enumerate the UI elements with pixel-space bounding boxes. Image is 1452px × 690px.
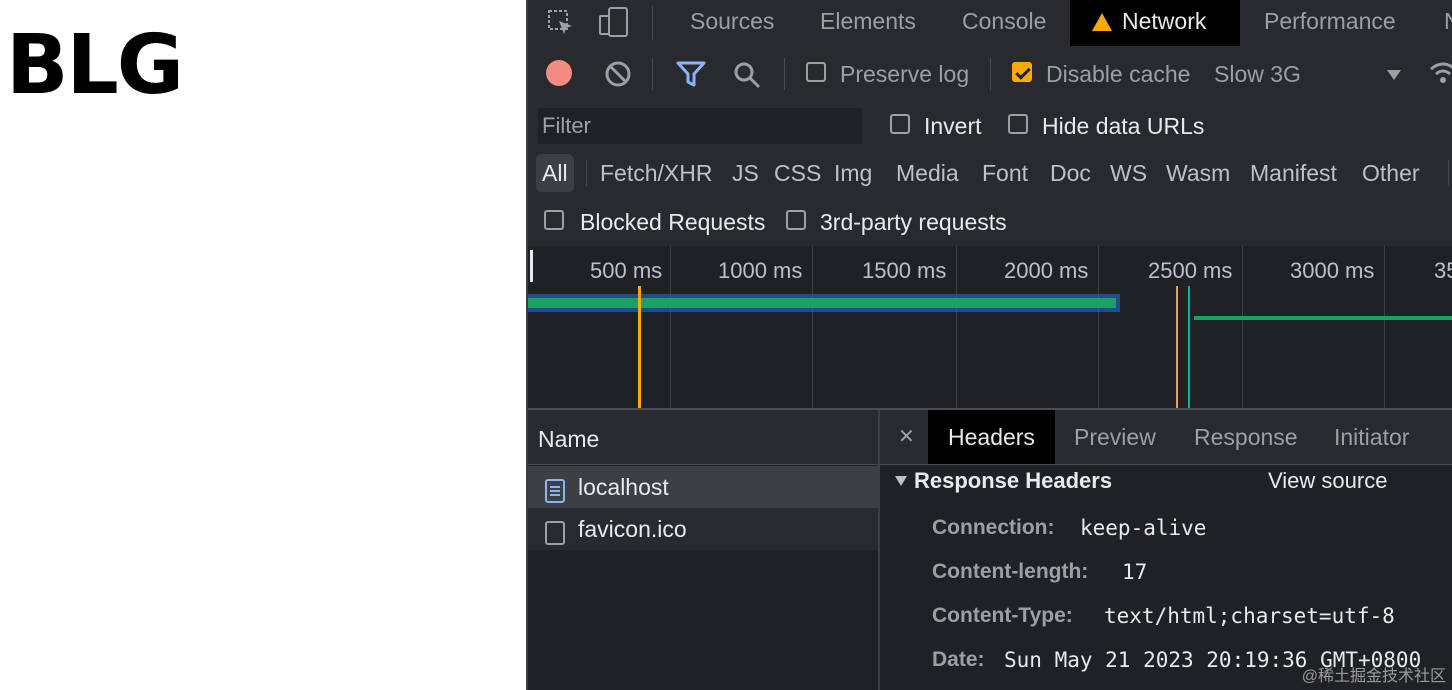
name-column-label: Name	[538, 426, 600, 452]
search-icon[interactable]	[732, 60, 762, 95]
filter-bar: Filter Invert Hide data URLs All Fetch/X…	[528, 102, 1452, 246]
timeline-overview[interactable]: 500 ms 1000 ms 1500 ms 2000 ms 2500 ms 3…	[528, 246, 1452, 408]
throttling-select[interactable]: Slow 3G	[1214, 61, 1301, 88]
type-filter-js[interactable]: JS	[732, 154, 759, 192]
blocked-requests-label: Blocked Requests	[580, 209, 766, 235]
third-party-label: 3rd-party requests	[820, 209, 1007, 235]
request-row-favicon[interactable]: favicon.ico	[528, 508, 878, 550]
timeline-tick: 500 ms	[590, 258, 663, 283]
header-value: keep-alive	[1080, 516, 1207, 540]
tab-response[interactable]: Response	[1194, 410, 1298, 464]
timeline-tick: 1000 ms	[718, 258, 803, 283]
dom-content-loaded-line	[638, 286, 641, 408]
page-heading: BLG	[6, 18, 184, 113]
tab-network-label: Network	[1122, 8, 1207, 34]
type-filter-ws[interactable]: WS	[1110, 154, 1147, 192]
tab-initiator[interactable]: Initiator	[1334, 410, 1409, 464]
blocked-requests-checkbox[interactable]	[544, 210, 564, 230]
header-key: Date:	[932, 648, 985, 671]
request-name: localhost	[578, 474, 669, 500]
timeline-start-marker[interactable]	[530, 250, 533, 282]
type-filter-media[interactable]: Media	[896, 154, 959, 192]
close-icon[interactable]: ✕	[898, 410, 915, 464]
timeline-tick: 1500 ms	[862, 258, 947, 283]
timeline-tick: 3000 ms	[1290, 258, 1375, 283]
collapse-triangle-icon[interactable]	[894, 474, 908, 492]
header-value: text/html;charset=utf-8	[1104, 604, 1395, 628]
watermark: @稀土掘金技术社区	[1301, 668, 1446, 685]
wifi-icon[interactable]	[1428, 58, 1452, 93]
network-toolbar: Preserve log Disable cache Slow 3G	[528, 46, 1452, 102]
tab-performance[interactable]: Performance	[1264, 0, 1396, 46]
type-filter-other[interactable]: Other	[1362, 154, 1420, 192]
type-filter-css[interactable]: CSS	[774, 154, 821, 192]
request-row-localhost[interactable]: localhost	[528, 466, 878, 508]
disable-cache-label: Disable cache	[1046, 61, 1191, 87]
timeline-tick: 35	[1434, 258, 1452, 283]
warning-icon	[1092, 13, 1112, 57]
header-key: Connection:	[932, 516, 1055, 539]
tab-network[interactable]: Network	[1070, 0, 1240, 57]
network-details-area: Name localhost favicon.ico ✕ Headers Pre…	[528, 408, 1452, 690]
preserve-log-label: Preserve log	[840, 61, 970, 87]
request-name: favicon.ico	[578, 516, 687, 542]
tab-preview[interactable]: Preview	[1074, 410, 1156, 464]
record-button[interactable]	[546, 60, 572, 86]
tab-sources[interactable]: Sources	[690, 0, 774, 46]
tab-headers[interactable]: Headers	[928, 410, 1055, 464]
header-key: Content-Type:	[932, 604, 1073, 627]
chevron-down-icon[interactable]	[1386, 68, 1402, 86]
first-paint-line	[1188, 286, 1190, 408]
hide-data-urls-label: Hide data URLs	[1042, 113, 1205, 139]
clear-icon[interactable]	[604, 60, 632, 93]
preserve-log-checkbox[interactable]	[806, 62, 826, 82]
filter-icon[interactable]	[676, 60, 706, 93]
invert-label: Invert	[924, 113, 982, 139]
inspect-element-icon[interactable]	[546, 8, 576, 43]
device-toolbar-icon[interactable]	[598, 6, 630, 43]
third-party-checkbox[interactable]	[786, 210, 806, 230]
tab-elements[interactable]: Elements	[820, 0, 916, 46]
disable-cache-checkbox[interactable]	[1012, 62, 1032, 82]
type-filter-font[interactable]: Font	[982, 154, 1028, 192]
type-filter-manifest[interactable]: Manifest	[1250, 154, 1337, 192]
devtools-tabbar: Sources Elements Console Network Perform…	[528, 0, 1452, 57]
hide-data-urls-checkbox[interactable]	[1008, 114, 1028, 134]
type-filter-all[interactable]: All	[536, 154, 574, 192]
filter-input[interactable]: Filter	[538, 108, 862, 144]
header-key: Content-length:	[932, 560, 1089, 583]
timeline-tick: 2000 ms	[1004, 258, 1089, 283]
type-filter-doc[interactable]: Doc	[1050, 154, 1091, 192]
type-filter-wasm[interactable]: Wasm	[1166, 154, 1230, 192]
response-headers-title[interactable]: Response Headers	[914, 468, 1112, 494]
type-filter-fetch-xhr[interactable]: Fetch/XHR	[600, 154, 712, 192]
devtools-panel: Sources Elements Console Network Perform…	[526, 0, 1452, 690]
request-bar-favicon	[1194, 316, 1452, 320]
type-filter-img[interactable]: Img	[834, 154, 872, 192]
file-icon	[544, 517, 566, 559]
invert-checkbox[interactable]	[890, 114, 910, 134]
tab-console[interactable]: Console	[962, 0, 1046, 46]
timeline-tick: 2500 ms	[1148, 258, 1233, 283]
load-event-line	[1176, 286, 1178, 408]
header-value: 17	[1122, 560, 1148, 584]
name-column-header[interactable]: Name	[528, 410, 878, 465]
tab-overflow[interactable]: N	[1444, 0, 1452, 46]
request-bar-localhost-fill	[528, 298, 1116, 308]
page-content: BLG	[0, 0, 526, 690]
details-tabbar: ✕ Headers Preview Response Initiator	[880, 410, 1452, 465]
view-source-link[interactable]: View source	[1268, 468, 1387, 494]
